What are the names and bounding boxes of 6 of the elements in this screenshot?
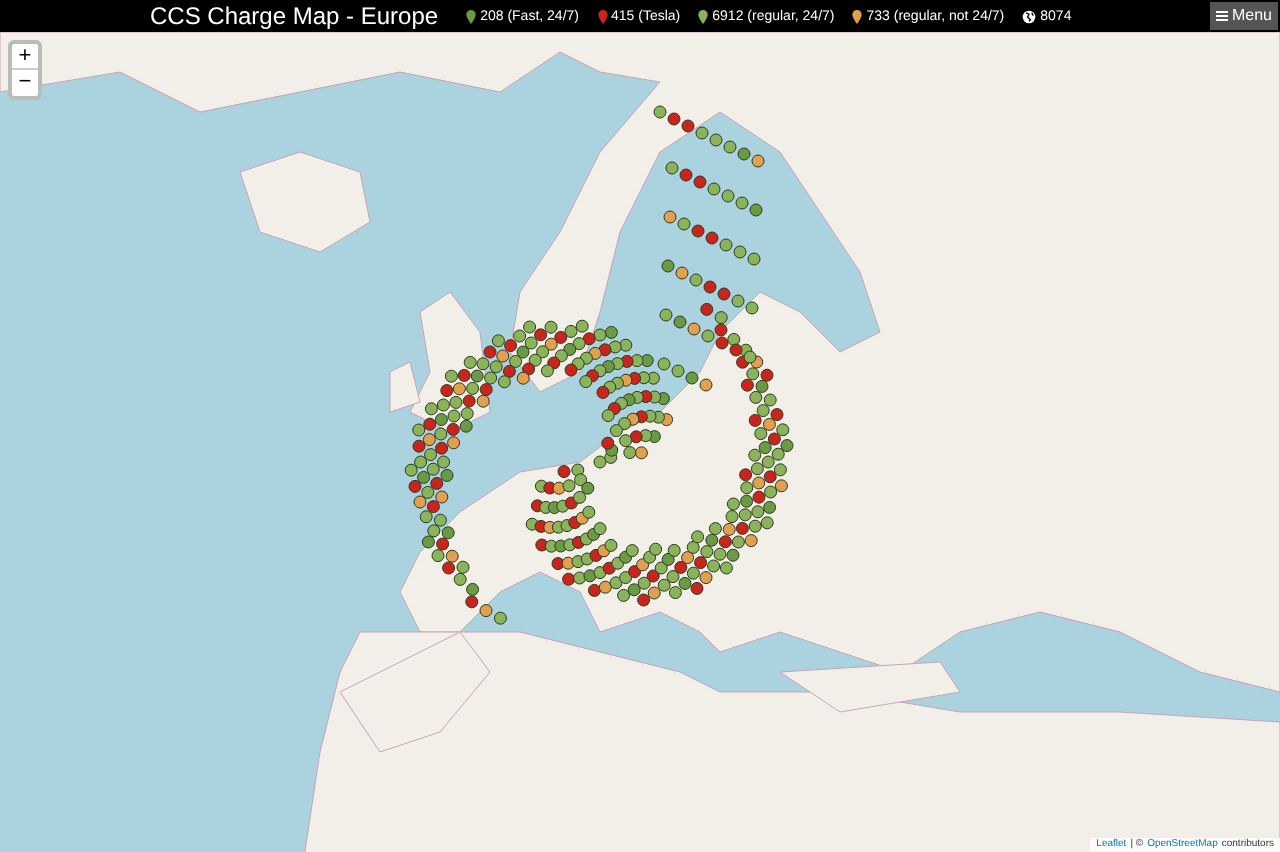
menu-button[interactable]: Menu xyxy=(1209,2,1278,30)
page-title: CCS Charge Map - Europe xyxy=(150,4,439,28)
zoom-in-button[interactable]: + xyxy=(12,44,38,70)
menu-icon xyxy=(1215,10,1228,22)
europe-map-drawing[interactable] xyxy=(0,32,1280,852)
zoom-out-button[interactable]: − xyxy=(12,70,38,96)
